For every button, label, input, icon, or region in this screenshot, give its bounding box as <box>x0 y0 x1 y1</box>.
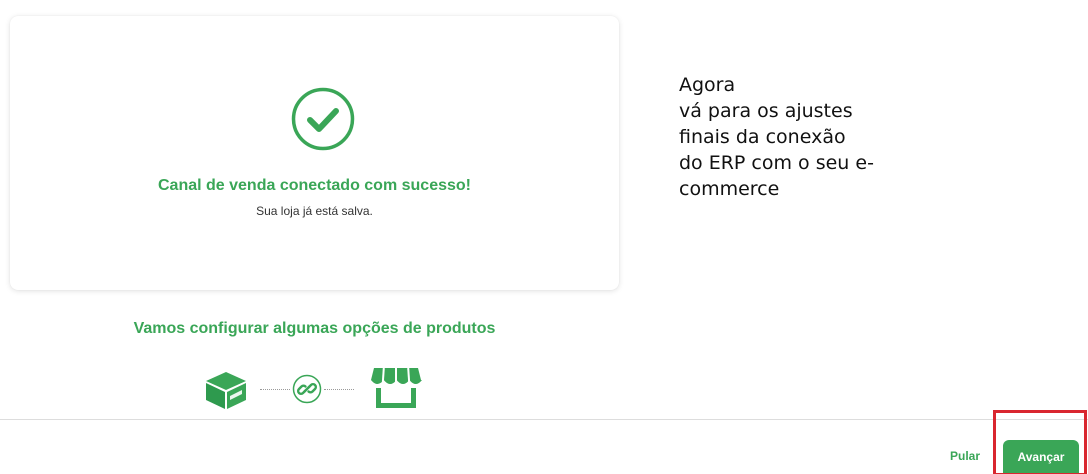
success-subtitle: Sua loja já está salva. <box>256 204 373 218</box>
next-button[interactable]: Avançar <box>1003 440 1079 474</box>
success-title: Canal de venda conectado com sucesso! <box>158 177 471 194</box>
configuration-title: Vamos configurar algumas opções de produ… <box>133 320 496 337</box>
box-icon <box>206 372 246 409</box>
configuration-steps <box>204 366 424 412</box>
annotation-text: Agora vá para os ajustes finais da conex… <box>679 74 874 200</box>
store-icon <box>371 367 422 408</box>
skip-link[interactable]: Pular <box>950 449 980 463</box>
link-icon <box>292 374 322 404</box>
step-connector <box>324 389 354 390</box>
step-connector <box>260 389 290 390</box>
footer-divider <box>0 419 1088 420</box>
success-card: Canal de venda conectado com sucesso! Su… <box>10 16 619 290</box>
check-circle-icon <box>291 87 355 151</box>
